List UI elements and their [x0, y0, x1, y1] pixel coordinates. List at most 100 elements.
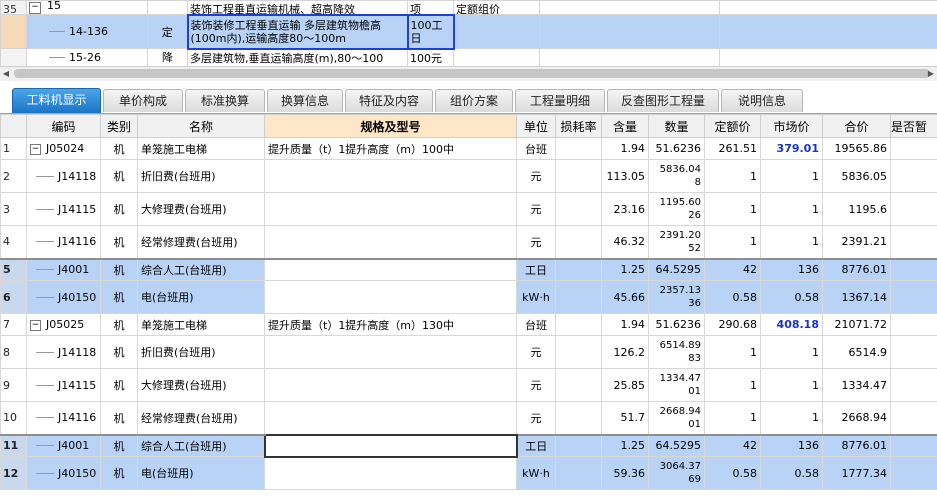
name-cell[interactable]: 综合人工(台班用) [137, 257, 265, 281]
spec-cell[interactable]: 提升质量（t）1提升高度（m）130中 [264, 313, 517, 336]
unit-cell[interactable]: 元 [516, 159, 556, 193]
type-cell[interactable]: 机 [100, 313, 138, 336]
spec-cell[interactable] [264, 257, 517, 281]
total-cell[interactable]: 1777.34 [822, 456, 891, 490]
header-code[interactable]: 编码 [26, 114, 101, 138]
component-row[interactable]: 5 J4001 机综合人工(台班用) 工日 1.25 64.5295 42 136 8776.0… [0, 257, 937, 281]
horizontal-scrollbar[interactable]: ◀ ▶ [0, 66, 937, 82]
type-cell[interactable]: 机 [100, 401, 138, 435]
tab-description-info[interactable]: 说明信息 [721, 89, 803, 112]
quantity-cell[interactable]: 1334.47 01 [648, 368, 705, 402]
spec-cell[interactable] [264, 335, 517, 369]
loss-rate-cell[interactable] [555, 313, 602, 336]
quantity-cell[interactable]: 64.5295 [648, 257, 705, 281]
code-cell[interactable]: J4001 [26, 257, 101, 281]
provisional-cell[interactable] [890, 137, 937, 160]
component-row[interactable]: 3 J14115 机大修理费(台班用) 元 23.16 1195.60 26 1 1 1195.6 [0, 192, 937, 226]
spec-cell[interactable]: 提升质量（t）1提升高度（m）100中 [264, 137, 517, 160]
total-cell[interactable]: 2668.94 [822, 401, 891, 435]
market-price-cell[interactable]: 1 [760, 401, 823, 435]
quota-code[interactable]: −15 [26, 0, 148, 15]
unit-cell[interactable]: 台班 [516, 137, 556, 160]
quota-row[interactable]: 15-26 降 多层建筑物,垂直运输高度(m),80～100 100元 [0, 48, 937, 66]
content-cell[interactable]: 126.2 [601, 335, 649, 369]
header-name[interactable]: 名称 [137, 114, 265, 138]
code-cell[interactable]: J14115 [26, 368, 101, 402]
loss-rate-cell[interactable] [555, 257, 602, 281]
component-row[interactable]: 10 J14116 机经常修理费(台班用) 元 51.7 2668.94 01 1 1 2668.… [0, 401, 937, 435]
content-cell[interactable]: 51.7 [601, 401, 649, 435]
provisional-cell[interactable] [890, 225, 937, 259]
tab-standard-conversion[interactable]: 标准换算 [185, 89, 265, 112]
header-spec[interactable]: 规格及型号 [264, 114, 517, 138]
code-cell[interactable]: J40150 [26, 280, 101, 314]
header-quota-price[interactable]: 定额价 [704, 114, 761, 138]
quota-unit[interactable]: 100工日 [406, 13, 455, 50]
type-cell[interactable]: 机 [100, 456, 138, 490]
market-price-cell[interactable]: 408.18 [760, 313, 823, 336]
content-cell[interactable]: 1.94 [601, 313, 649, 336]
total-cell[interactable]: 8776.01 [822, 257, 891, 281]
scrollbar-thumb[interactable] [14, 69, 930, 78]
content-cell[interactable]: 45.66 [601, 280, 649, 314]
type-cell[interactable]: 机 [100, 433, 138, 457]
total-cell[interactable]: 2391.21 [822, 225, 891, 259]
name-cell[interactable]: 电(台班用) [137, 456, 265, 490]
market-price-cell[interactable]: 1 [760, 335, 823, 369]
name-cell[interactable]: 经常修理费(台班用) [137, 225, 265, 259]
quota-price-cell[interactable]: 1 [704, 401, 761, 435]
tab-pricing-scheme[interactable]: 组价方案 [435, 89, 513, 112]
content-cell[interactable]: 23.16 [601, 192, 649, 226]
component-row[interactable]: 6 J40150 机电(台班用) kW·h 45.66 2357.13 36 0.58 0.58… [0, 280, 937, 314]
market-price-cell[interactable]: 1 [760, 159, 823, 193]
unit-cell[interactable]: 元 [516, 368, 556, 402]
code-cell[interactable]: J14118 [26, 335, 101, 369]
provisional-cell[interactable] [890, 257, 937, 281]
component-row[interactable]: 2 J14118 机折旧费(台班用) 元 113.05 5836.04 8 1 1 5836.05 [0, 159, 937, 193]
tab-labor-material-machine[interactable]: 工料机显示 [12, 88, 101, 113]
loss-rate-cell[interactable] [555, 137, 602, 160]
provisional-cell[interactable] [890, 433, 937, 457]
quota-price-cell[interactable]: 42 [704, 257, 761, 281]
unit-cell[interactable]: 元 [516, 401, 556, 435]
name-cell[interactable]: 折旧费(台班用) [137, 335, 265, 369]
total-cell[interactable]: 8776.01 [822, 433, 891, 457]
total-cell[interactable]: 1367.14 [822, 280, 891, 314]
loss-rate-cell[interactable] [555, 225, 602, 259]
market-price-cell[interactable]: 0.58 [760, 280, 823, 314]
quota-price-cell[interactable]: 1 [704, 159, 761, 193]
type-cell[interactable]: 机 [100, 225, 138, 259]
spec-cell[interactable] [264, 225, 517, 259]
content-cell[interactable]: 1.25 [601, 257, 649, 281]
loss-rate-cell[interactable] [555, 401, 602, 435]
arrow-left-icon[interactable]: ◀ [0, 67, 12, 81]
unit-cell[interactable]: 台班 [516, 313, 556, 336]
spec-cell[interactable] [264, 456, 517, 490]
type-cell[interactable]: 机 [100, 137, 138, 160]
name-cell[interactable]: 折旧费(台班用) [137, 159, 265, 193]
loss-rate-cell[interactable] [555, 433, 602, 457]
market-price-cell[interactable]: 1 [760, 225, 823, 259]
spec-cell[interactable] [263, 433, 518, 458]
spec-cell[interactable] [264, 368, 517, 402]
code-cell[interactable]: J14118 [26, 159, 101, 193]
type-cell[interactable]: 机 [100, 159, 138, 193]
type-cell[interactable]: 机 [100, 280, 138, 314]
code-cell[interactable]: J14116 [26, 225, 101, 259]
tab-quantity-details[interactable]: 工程量明细 [515, 89, 605, 112]
quota-price-cell[interactable]: 42 [704, 433, 761, 457]
unit-cell[interactable]: 元 [516, 192, 556, 226]
quantity-cell[interactable]: 2391.20 52 [648, 225, 705, 259]
tab-conversion-info[interactable]: 换算信息 [267, 89, 343, 112]
quota-row-selected[interactable]: 14-136 定 装饰装修工程垂直运输 多层建筑物檐高(100m内),运输高度8… [0, 13, 937, 50]
name-cell[interactable]: 经常修理费(台班用) [137, 401, 265, 435]
code-cell[interactable]: − J05024 [26, 137, 101, 160]
loss-rate-cell[interactable] [555, 280, 602, 314]
header-unit[interactable]: 单位 [516, 114, 556, 138]
loss-rate-cell[interactable] [555, 335, 602, 369]
minus-box-icon[interactable]: − [30, 319, 41, 331]
spec-cell[interactable] [264, 280, 517, 314]
quota-code[interactable]: 14-136 [26, 14, 148, 49]
market-price-cell[interactable]: 136 [760, 257, 823, 281]
unit-cell[interactable]: 工日 [516, 257, 556, 281]
